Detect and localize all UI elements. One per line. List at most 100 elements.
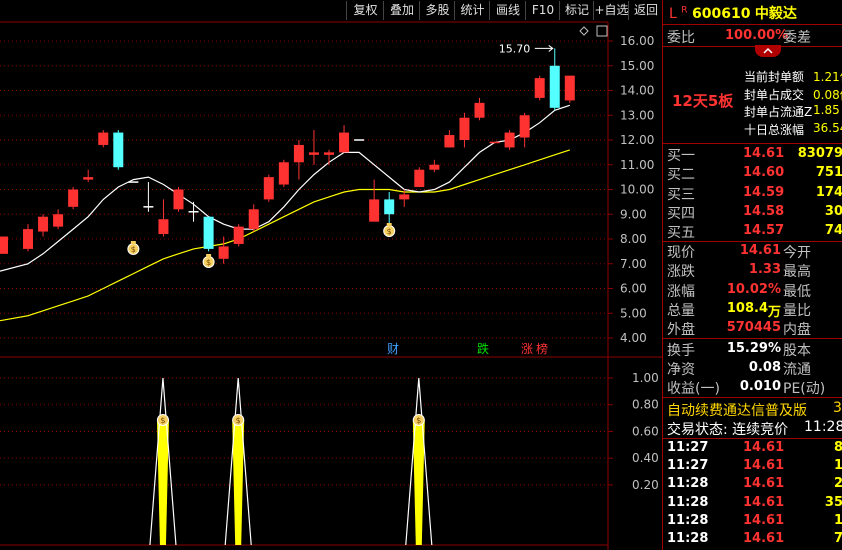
board-stat-value: 36.54: [813, 120, 842, 135]
candle-body[interactable]: [504, 132, 515, 148]
money-bag-marker[interactable]: $: [202, 254, 215, 268]
stock-name[interactable]: 中毅达: [755, 6, 797, 22]
money-bag-marker[interactable]: $: [232, 414, 245, 426]
sub-tick-label: 1.00: [632, 371, 659, 385]
y-tick-label: 4.00: [620, 331, 647, 345]
diamond-icon[interactable]: [579, 26, 589, 36]
tick-volume: 35: [824, 494, 842, 510]
bid-price[interactable]: 14.57: [743, 223, 784, 238]
toolbar-button-2[interactable]: 多股: [419, 1, 455, 20]
candle-body[interactable]: [459, 117, 470, 140]
bid-volume: 30: [824, 203, 842, 219]
candle-body[interactable]: [549, 65, 560, 108]
candle-body[interactable]: [113, 132, 124, 168]
quote-value: 14.61: [739, 243, 781, 258]
candle-body[interactable]: [384, 199, 395, 215]
candle-body[interactable]: [53, 214, 64, 227]
money-bag-marker[interactable]: $: [156, 414, 169, 426]
bid-label: 买三: [667, 186, 695, 203]
toolbar-button-5[interactable]: F10: [525, 1, 560, 20]
candle-body[interactable]: [38, 216, 49, 232]
bid-label: 买五: [667, 225, 695, 242]
toolbar-button-4[interactable]: 画线: [489, 1, 526, 20]
bid-label: 买一: [667, 148, 695, 164]
candle-body[interactable]: [83, 177, 94, 180]
tick-volume: 1: [833, 512, 842, 528]
candle-body[interactable]: [0, 236, 8, 254]
quote-label: 现价: [667, 245, 695, 261]
money-bag-neck: [386, 223, 392, 226]
tick-time: 11:28: [667, 494, 709, 510]
board-stat-label: 封单占流通Z: [744, 105, 813, 119]
weibi-value: 100.00%: [725, 28, 789, 43]
ad-banner[interactable]: 自动续费通达信普及版: [667, 400, 807, 420]
quote-label: 涨跌: [667, 264, 695, 281]
event-tag[interactable]: 榜: [536, 341, 548, 356]
board-popup-tab[interactable]: [755, 45, 781, 57]
toolbar-button-0[interactable]: 复权: [346, 1, 384, 20]
event-tag[interactable]: 跌: [477, 341, 489, 356]
bid-volume: 83079: [797, 146, 842, 161]
tick-time: 11:28: [667, 531, 709, 546]
candle-body[interactable]: [248, 209, 259, 230]
candle-body[interactable]: [233, 226, 244, 244]
fund-label: 净资: [667, 362, 695, 378]
candle-body[interactable]: [564, 75, 575, 101]
trade-status: 交易状态: 连续竞价: [667, 422, 789, 438]
quote-value: 1.33: [748, 262, 781, 278]
bid-volume: 174: [815, 184, 842, 200]
candle-body[interactable]: [218, 246, 229, 259]
toolbar-button-3[interactable]: 统计: [454, 1, 490, 20]
candle-body[interactable]: [308, 152, 319, 155]
candle-body[interactable]: [23, 229, 33, 249]
candle-body[interactable]: [369, 199, 380, 222]
y-tick-label: 10.00: [620, 183, 654, 197]
candle-body[interactable]: [68, 189, 79, 207]
candle-body[interactable]: [203, 216, 214, 249]
toolbar-button-7[interactable]: +自选: [593, 1, 629, 20]
quote-label2: 最高: [783, 264, 811, 281]
candle-body[interactable]: [263, 177, 274, 200]
y-tick-label: 7.00: [620, 257, 647, 271]
toolbar-button-1[interactable]: 叠加: [383, 1, 420, 20]
y-tick-label: 6.00: [620, 282, 647, 296]
tick-volume: 7: [833, 531, 842, 546]
candle-body[interactable]: [339, 132, 350, 153]
candle-body[interactable]: [474, 102, 485, 118]
stock-code[interactable]: 600610: [692, 6, 750, 22]
candle-body[interactable]: [414, 169, 425, 188]
window-box-icon[interactable]: [596, 25, 608, 37]
candle-body[interactable]: [429, 164, 440, 170]
candle-body[interactable]: [173, 189, 184, 210]
candle-body[interactable]: [278, 162, 289, 185]
money-bag-marker[interactable]: $: [127, 241, 140, 255]
fund-label2: 流通: [783, 362, 811, 378]
bid-price[interactable]: 14.58: [743, 204, 784, 219]
board-stat-value: 1.21亿: [813, 70, 842, 84]
candle-body[interactable]: [444, 135, 455, 148]
candle-body[interactable]: [293, 144, 304, 163]
divider: [663, 46, 842, 47]
toolbar-button-8[interactable]: 返回: [628, 1, 663, 20]
candle-body[interactable]: [519, 115, 530, 138]
kline-chart[interactable]: 16.00 15.00 14.00 13.00 12.00 11.00 10.00 9.00 8…: [0, 0, 662, 550]
money-bag-marker[interactable]: $: [412, 414, 425, 426]
trade-status-time: 11:28: [804, 419, 842, 435]
candle-body[interactable]: [98, 132, 109, 145]
bid-price[interactable]: 14.61: [743, 146, 784, 161]
event-tag[interactable]: 涨: [521, 341, 533, 356]
event-tag[interactable]: 财: [387, 342, 399, 356]
quote-label2: 内盘: [783, 322, 811, 339]
tick-volume: 1: [833, 458, 842, 474]
candle-body[interactable]: [158, 219, 169, 235]
bid-price[interactable]: 14.60: [743, 165, 784, 180]
bid-price[interactable]: 14.59: [743, 185, 784, 200]
candle-body[interactable]: [324, 152, 334, 155]
money-bag-symbol: $: [131, 245, 136, 254]
divider: [663, 338, 842, 339]
candle-body[interactable]: [399, 194, 410, 200]
money-bag-marker[interactable]: $: [383, 223, 396, 237]
ad-number: 3: [833, 400, 842, 416]
toolbar-button-6[interactable]: 标记: [559, 1, 594, 20]
candle-body[interactable]: [534, 78, 545, 98]
